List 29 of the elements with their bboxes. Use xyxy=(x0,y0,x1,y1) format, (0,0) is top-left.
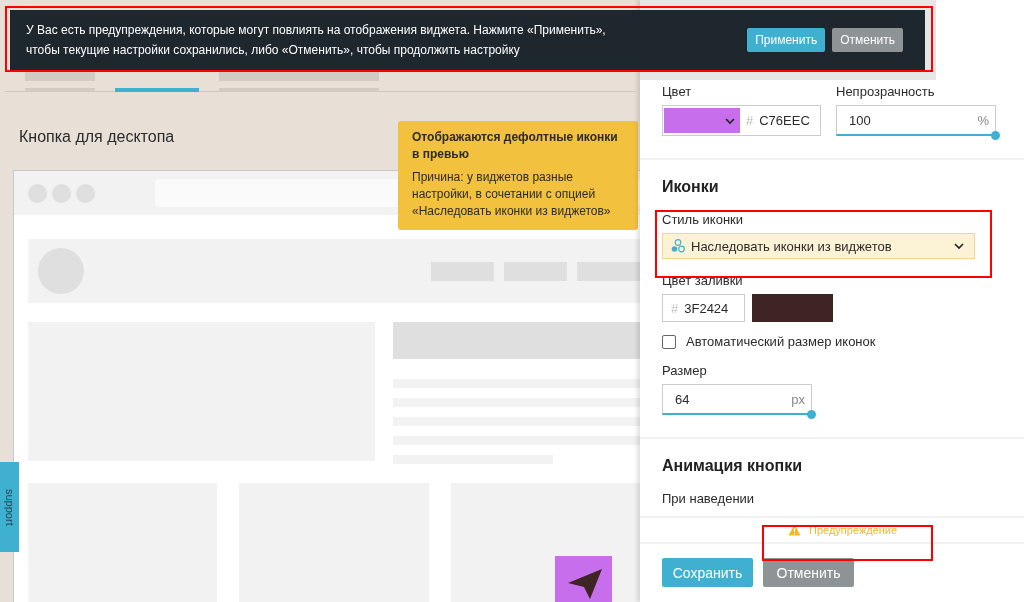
checkbox-label: Автоматический размер иконок xyxy=(686,334,876,349)
bubbles-icon xyxy=(671,239,685,253)
color-field[interactable]: # C76EEC xyxy=(662,105,821,136)
tooltip-title: Отображаются дефолтные иконки в превью xyxy=(412,129,619,163)
chevron-down-icon xyxy=(725,115,735,126)
field-label: Цвет xyxy=(662,84,693,99)
chevron-down-icon xyxy=(954,241,964,251)
notice-button[interactable]: Отменить xyxy=(832,28,903,52)
footer-button[interactable]: Сохранить xyxy=(662,558,753,587)
checkbox[interactable] xyxy=(662,334,676,349)
footer-button[interactable]: Отменить xyxy=(763,558,854,587)
tab[interactable] xyxy=(219,72,379,92)
field-label: Непрозрачность xyxy=(836,84,936,99)
color-swatch[interactable] xyxy=(752,294,833,322)
section-heading: Анимация кнопки xyxy=(662,457,803,475)
tooltip-text: Причина: у виджетов разные настройки, в сочетании с опцией «Наследовать иконки из виджетов» xyxy=(412,169,612,220)
support-tab[interactable]: support xyxy=(0,462,19,552)
field-label: Стиль иконки xyxy=(662,212,745,227)
section-heading: Иконки xyxy=(662,178,720,196)
fill-color-field[interactable]: # 3F2424 xyxy=(662,294,745,322)
notice-button[interactable]: Применить xyxy=(747,28,826,52)
field-label: Размер xyxy=(662,363,708,378)
field-label: При наведении xyxy=(662,491,756,506)
icon-style-select[interactable]: Наследовать иконки из виджетов xyxy=(662,233,975,259)
preview-title: Кнопка для десктопа xyxy=(19,128,175,146)
tab[interactable] xyxy=(25,72,95,92)
notice-text: У Вас есть предупреждения, которые могут повлиять на отображения виджета. Нажмите «Применить», чтобы текущие настройки сохранились, либо «Отменить», чтобы продолжить настройку xyxy=(26,22,607,59)
warning-icon xyxy=(788,524,801,536)
field-label: Цвет заливки xyxy=(662,273,744,288)
